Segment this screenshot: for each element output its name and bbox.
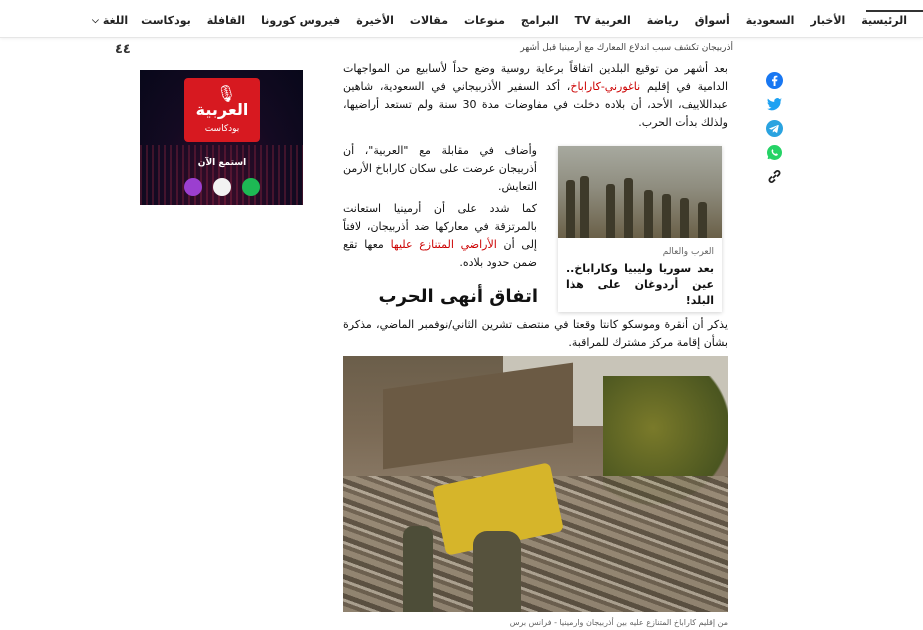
twitter-icon[interactable] (766, 96, 783, 113)
nav-item-sports[interactable]: رياضة (639, 14, 687, 27)
language-label: اللغة (102, 14, 129, 27)
photo-caption: من إقليم كاراباخ المتنازع عليه بين أذربي… (509, 618, 728, 627)
related-article-category[interactable]: العرب والعالم (558, 238, 722, 257)
nav-item-programs[interactable]: البرامج (513, 14, 567, 27)
disputed-lands-link[interactable]: الأراضي المتنازع عليها (391, 238, 497, 251)
link-icon[interactable] (766, 168, 783, 185)
top-navigation-bar: الرئيسية الأخبار السعودية أسواق رياضة ال… (0, 0, 923, 38)
podcast-ad-banner[interactable]: 🎙 العربية بودكاست استمع الآن (140, 70, 303, 205)
nav-item-home[interactable]: الرئيسية (853, 14, 915, 27)
nav-item-coronavirus[interactable]: فيروس كورونا (253, 14, 348, 27)
article-paragraph-3: كما شدد على أن أرمينيا استعانت بالمرتزقة… (343, 200, 537, 272)
apple-podcasts-icon (184, 178, 202, 196)
spotify-icon (242, 178, 260, 196)
nav-item-news[interactable]: الأخبار (802, 14, 853, 27)
chevron-down-icon: ⌵ (92, 15, 99, 26)
language-selector[interactable]: اللغة ⌵ (92, 14, 128, 27)
photo-soldier-1 (403, 526, 433, 612)
telegram-icon[interactable] (765, 120, 783, 137)
article-photo[interactable] (343, 356, 728, 612)
related-article-image (558, 146, 722, 238)
google-podcasts-icon (213, 178, 231, 196)
main-nav: الرئيسية الأخبار السعودية أسواق رياضة ال… (90, 14, 923, 27)
nav-item-last[interactable]: الأخيرة (348, 14, 402, 27)
nav-item-alarabiya-tv[interactable]: العربية TV (567, 14, 639, 27)
header-accent-line (866, 10, 923, 12)
article-paragraph-1: بعد أشهر من توقيع البلدين اتفاقاً برعاية… (343, 60, 728, 132)
karabakh-link[interactable]: ناغورني-كاراباخ (570, 80, 640, 93)
nav-item-variety[interactable]: منوعات (456, 14, 513, 27)
photo-soldier-2 (473, 531, 521, 612)
nav-item-articles[interactable]: مقالات (402, 14, 456, 27)
ad-app-icons (184, 178, 260, 196)
nav-item-caravan[interactable]: القافلة (199, 14, 253, 27)
nav-item-saudi[interactable]: السعودية (738, 14, 803, 27)
breaking-ticker[interactable]: أذربيجان تكشف سبب اندلاع المعارك مع أرمي… (520, 43, 733, 53)
ad-listen-label: استمع الآن (197, 158, 247, 168)
nav-item-podcast[interactable]: بودكاست (133, 14, 199, 27)
whatsapp-icon[interactable] (766, 144, 783, 161)
article-paragraph-4: يذكر أن أنقرة وموسكو كانتا وقعتا في منتص… (343, 318, 728, 349)
article-paragraph-2: وأضاف في مقابلة مع "العربية"، أن أذربيجا… (343, 144, 537, 193)
ad-background-pattern (140, 145, 303, 205)
ticker-logo: ٤٤ (115, 42, 131, 57)
nav-item-markets[interactable]: أسواق (687, 14, 738, 27)
facebook-icon[interactable] (765, 72, 783, 89)
ad-brand: العربية (195, 100, 249, 119)
section-heading: اتفاق أنهى الحرب (378, 286, 538, 307)
share-bar (764, 72, 784, 185)
ad-subtitle: بودكاست (204, 124, 240, 134)
photo-collapsed-roof (383, 362, 573, 470)
